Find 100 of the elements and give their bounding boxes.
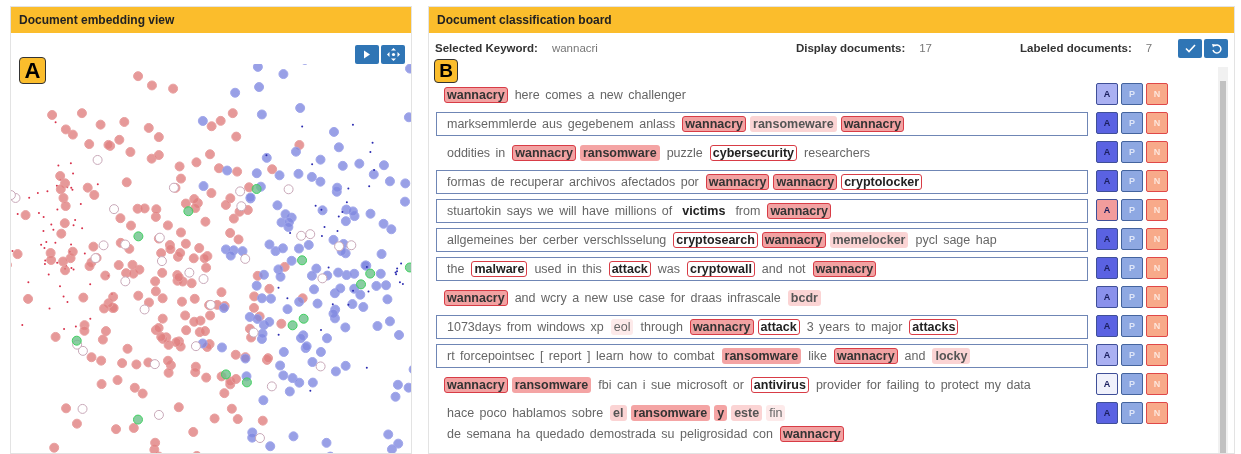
keyword-highlight: memelocker	[829, 232, 909, 248]
document-text-row[interactable]: wannacry here comes a new challenger	[436, 83, 1088, 107]
confirm-button[interactable]	[1178, 38, 1202, 58]
keyword-highlight: attack	[757, 319, 800, 335]
p-label-button[interactable]: P	[1121, 402, 1143, 424]
n-label-button[interactable]: N	[1146, 199, 1168, 221]
p-label-button[interactable]: P	[1121, 315, 1143, 337]
a-label-button[interactable]: A	[1096, 257, 1118, 279]
document-text: rt forcepointsec [ report ] learn how to combat	[446, 348, 716, 364]
p-label-button[interactable]: P	[1121, 373, 1143, 395]
a-label-button[interactable]: A	[1096, 402, 1118, 424]
keyword-highlight: ransomware	[511, 377, 592, 393]
document-text: formas de recuperar archivos afectados por	[446, 174, 700, 190]
document-text: 1073days from windows xp	[446, 319, 605, 335]
n-label-button[interactable]: N	[1146, 83, 1168, 105]
undo-button[interactable]	[1204, 38, 1228, 58]
play-icon	[363, 50, 371, 59]
n-label-button[interactable]: N	[1146, 257, 1168, 279]
keyword-highlight: cybersecurity	[709, 145, 798, 161]
document-text-row[interactable]: formas de recuperar archivos afectados por wannacry wannacry cryptolocker	[436, 170, 1088, 194]
keyword-highlight: wannacry	[444, 87, 508, 103]
panel-title: Document embedding view	[11, 7, 411, 33]
labeled-label: Labeled documents:	[1020, 42, 1132, 54]
document-text: puzzle	[665, 145, 704, 161]
keyword-highlight: este	[731, 405, 763, 421]
n-label-button[interactable]: N	[1146, 228, 1168, 250]
keyword-highlight: ransomware	[630, 405, 711, 421]
document-text: and not	[760, 261, 807, 277]
a-label-button[interactable]: A	[1096, 315, 1118, 337]
keyword-highlight: bcdr	[787, 290, 821, 306]
document-text-row[interactable]: oddities in wannacry ransomware puzzle cybersecurity researchers	[436, 141, 1088, 165]
a-label-button[interactable]: A	[1096, 344, 1118, 366]
p-label-button[interactable]: P	[1121, 141, 1143, 163]
document-text: from	[734, 203, 762, 219]
document-text-row[interactable]: rt forcepointsec [ report ] learn how to combat ransomware like wannacry and locky	[436, 344, 1088, 368]
p-label-button[interactable]: P	[1121, 344, 1143, 366]
move-button[interactable]	[381, 45, 405, 64]
document-text: 3 years to major	[805, 319, 904, 335]
document-text-row[interactable]: 1073days from windows xp eol through wannacry attack 3 years to major attacks	[436, 315, 1088, 339]
keyword-highlight: el	[610, 405, 627, 421]
p-label-button[interactable]: P	[1121, 83, 1143, 105]
n-label-button[interactable]: N	[1146, 373, 1168, 395]
document-text-row[interactable]: marksemmlerde aus gegebenem anlass wannacry ransomeware wannacry	[436, 112, 1088, 136]
document-text-row[interactable]: wannacry ransomware fbi can i sue microsoft or antivirus provider for failing to protect my data	[436, 373, 1088, 397]
n-label-button[interactable]: N	[1146, 286, 1168, 308]
play-button[interactable]	[355, 45, 379, 64]
keyword-highlight: ransomware	[721, 348, 802, 364]
panel-title: Document classification board	[429, 7, 1234, 33]
document-text: de semana ha quedado demostrada su peligrosidad con	[446, 426, 775, 442]
display-label: Display documents:	[795, 42, 906, 54]
document-text: through	[639, 319, 684, 335]
p-label-button[interactable]: P	[1121, 257, 1143, 279]
document-text-row[interactable]: the malware used in this attack was cryptowall and not wannacry	[436, 257, 1088, 281]
p-label-button[interactable]: P	[1121, 228, 1143, 250]
scrollbar[interactable]	[1218, 67, 1228, 453]
document-text: and	[903, 348, 927, 364]
keyword-highlight: wannacry	[812, 261, 877, 277]
document-text: pycl sage hap	[914, 232, 998, 248]
document-text: like	[807, 348, 828, 364]
document-text: stuartokin says we will have millions of	[446, 203, 674, 219]
n-label-button[interactable]: N	[1146, 170, 1168, 192]
n-label-button[interactable]: N	[1146, 344, 1168, 366]
document-text: fbi can i sue microsoft or	[597, 377, 745, 393]
panel-label: B	[434, 59, 458, 83]
keyword-highlight: wannacry	[840, 116, 905, 132]
p-label-button[interactable]: P	[1121, 112, 1143, 134]
display-count: 17	[919, 42, 932, 54]
n-label-button[interactable]: N	[1146, 315, 1168, 337]
a-label-button[interactable]: A	[1096, 199, 1118, 221]
n-label-button[interactable]: N	[1146, 402, 1168, 424]
n-label-button[interactable]: N	[1146, 141, 1168, 163]
document-text-row[interactable]: allgemeines ber cerber verschlsselung cryptosearch wannacry memelocker pycl sage hap	[436, 228, 1088, 252]
a-label-button[interactable]: A	[1096, 83, 1118, 105]
keyword-value: wannacri	[551, 42, 598, 54]
p-label-button[interactable]: P	[1121, 199, 1143, 221]
a-label-button[interactable]: A	[1096, 286, 1118, 308]
keyword-highlight: wannacry	[780, 426, 844, 442]
a-label-button[interactable]: A	[1096, 170, 1118, 192]
p-label-button[interactable]: P	[1121, 170, 1143, 192]
keyword-highlight: wannacry	[512, 145, 576, 161]
keyword-highlight: cryptosearch	[673, 232, 758, 248]
keyword-highlight: wannacry	[444, 290, 508, 306]
document-text-row[interactable]: wannacry and wcry a new use case for draas infrascale bcdr	[436, 286, 1088, 310]
a-label-button[interactable]: A	[1096, 112, 1118, 134]
keyword-highlight: wannacry	[705, 174, 770, 190]
bold-word: victims	[681, 203, 727, 219]
document-text: the	[446, 261, 466, 277]
document-text: here comes a new challenger	[513, 87, 687, 103]
keyword-highlight: wannacry	[682, 116, 746, 132]
a-label-button[interactable]: A	[1096, 228, 1118, 250]
keyword-highlight: cryptowall	[687, 261, 755, 277]
keyword-highlight: eol	[610, 319, 634, 335]
keyword-highlight: attacks	[909, 319, 959, 335]
p-label-button[interactable]: P	[1121, 286, 1143, 308]
document-text-row[interactable]: hace poco hablamos sobre el ransomware y este fin de semana ha quedado demostrada su peligrosidad con wannacry	[436, 402, 1088, 445]
a-label-button[interactable]: A	[1096, 373, 1118, 395]
a-label-button[interactable]: A	[1096, 141, 1118, 163]
document-text-row[interactable]: stuartokin says we will have millions of victims from wannacry	[436, 199, 1088, 223]
keyword-highlight: attack	[608, 261, 651, 277]
n-label-button[interactable]: N	[1146, 112, 1168, 134]
